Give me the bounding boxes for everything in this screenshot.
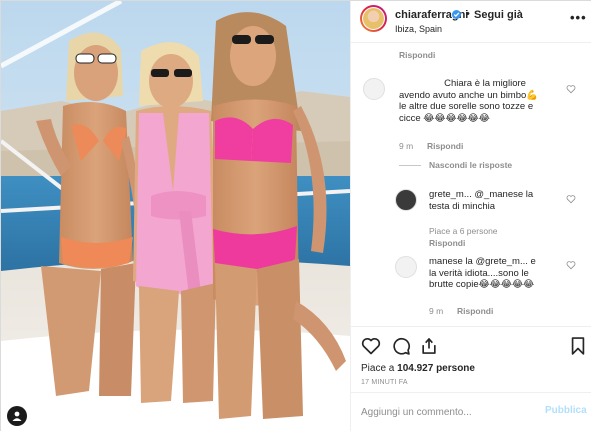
comment-time: 9 m (429, 306, 444, 316)
like-comment-icon[interactable] (566, 260, 576, 270)
photo-illustration (1, 1, 350, 431)
post-sidebar: chiaraferragni • Segui già Ibiza, Spain … (350, 1, 591, 431)
comment-text: grete_m... @_manese la testa di minchia (429, 189, 534, 212)
comment-likes-count[interactable]: Piace a 6 persone (429, 226, 498, 236)
like-comment-icon[interactable] (566, 194, 576, 204)
commenter-avatar[interactable] (395, 256, 417, 278)
post-header: chiaraferragni • Segui già Ibiza, Spain … (351, 1, 591, 43)
share-icon[interactable] (419, 336, 439, 356)
bookmark-icon[interactable] (568, 336, 588, 356)
post-actions: Piace a 104.927 persone 17 MINUTI FA (351, 326, 591, 392)
heart-icon[interactable] (361, 336, 381, 356)
post-timestamp: 17 MINUTI FA (361, 379, 408, 386)
comment-text: manese la @grete_m... e la verità idiota… (429, 256, 536, 290)
post-photo[interactable] (1, 1, 350, 431)
reply-button[interactable]: Rispondi (457, 306, 493, 316)
reply-button[interactable]: Rispondi (399, 50, 435, 60)
comment-time: 9 m (399, 141, 414, 151)
author-avatar[interactable] (360, 5, 387, 32)
verified-badge-icon (452, 10, 461, 19)
likes-count[interactable]: 104.927 (397, 363, 433, 374)
comment-text: Chiara è la migliore avendo avuto anche … (399, 78, 539, 124)
comment-input[interactable] (361, 404, 541, 420)
likes-summary[interactable]: Piace a 104.927 persone (361, 363, 475, 374)
comment-composer: Pubblica (351, 392, 591, 431)
instagram-post-window: chiaraferragni • Segui già Ibiza, Spain … (0, 0, 591, 431)
more-options-icon[interactable]: ••• (570, 10, 587, 25)
like-comment-icon[interactable] (566, 84, 576, 94)
comments-list[interactable]: Rispondi Chiara è la migliore avendo avu… (351, 44, 591, 326)
following-button[interactable]: Segui già (474, 9, 523, 21)
commenter-avatar[interactable] (363, 78, 385, 100)
commenter-avatar[interactable] (395, 189, 417, 211)
replies-divider (399, 165, 421, 166)
publish-button[interactable]: Pubblica (545, 405, 587, 416)
header-separator: • (466, 8, 470, 20)
comment-icon[interactable] (391, 336, 411, 356)
post-location[interactable]: Ibiza, Spain (395, 24, 442, 34)
reply-button[interactable]: Rispondi (429, 238, 465, 248)
hide-replies-button[interactable]: Nascondi le risposte (429, 160, 512, 170)
reply-button[interactable]: Rispondi (427, 141, 463, 151)
user-tag-icon[interactable] (7, 406, 27, 426)
